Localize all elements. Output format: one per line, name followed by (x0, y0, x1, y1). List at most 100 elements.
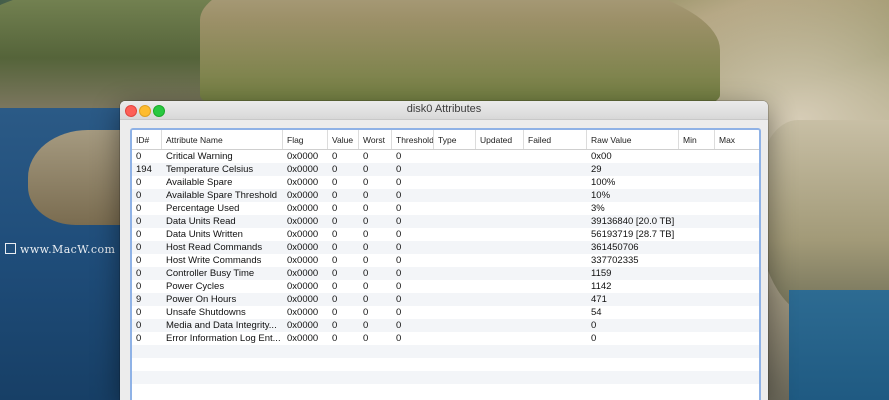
cell-flag: 0x0000 (287, 242, 319, 253)
cell-updated (476, 202, 524, 215)
cell-type (434, 332, 476, 345)
cell-id: 0 (136, 333, 142, 344)
table-row[interactable]: 0 Available Spare Threshold 0x0000 0 0 0 10% (132, 189, 759, 202)
cell-max (715, 293, 759, 306)
cell-raw-value: 361450706 (591, 242, 639, 253)
cell-flag: 0x0000 (287, 177, 319, 188)
cell-updated (476, 215, 524, 228)
cell-type (434, 189, 476, 202)
table-row[interactable]: 0 Media and Data Integrity... 0x0000 0 0 0 0 (132, 319, 759, 332)
table-row[interactable]: 0 Critical Warning 0x0000 0 0 0 0x00 (132, 150, 759, 163)
table-row[interactable]: 0 Host Read Commands 0x0000 0 0 0 361450706 (132, 241, 759, 254)
cell-max (715, 254, 759, 267)
cell-updated (476, 163, 524, 176)
cell-attribute-name: Temperature Celsius (166, 164, 254, 175)
cell-min (679, 306, 715, 319)
cell-id: 0 (136, 255, 142, 266)
cell-min (679, 254, 715, 267)
table-row[interactable]: 0 Percentage Used 0x0000 0 0 0 3% (132, 202, 759, 215)
cell-raw-value: 0x00 (591, 151, 612, 162)
column-header-raw-value[interactable]: Raw Value (587, 130, 679, 149)
cell-worst: 0 (363, 229, 369, 240)
cell-threshold: 0 (396, 151, 402, 162)
cell-max (715, 306, 759, 319)
cell-updated (476, 176, 524, 189)
table-row[interactable]: 0 Available Spare 0x0000 0 0 0 100% (132, 176, 759, 189)
cell-raw-value: 56193719 [28.7 TB] (591, 229, 675, 240)
table-row[interactable]: 9 Power On Hours 0x0000 0 0 0 471 (132, 293, 759, 306)
column-header-max[interactable]: Max (715, 130, 759, 149)
table-row[interactable]: 0 Data Units Read 0x0000 0 0 0 39136840 [20.0 … (132, 215, 759, 228)
wallpaper-hill-center (200, 0, 720, 110)
cell-value: 0 (332, 320, 338, 331)
cell-attribute-name: Available Spare (166, 177, 233, 188)
wallpaper-sea-right (789, 290, 889, 400)
cell-worst: 0 (363, 177, 369, 188)
column-header-attribute-name[interactable]: Attribute Name (162, 130, 283, 149)
cell-raw-value: 29 (591, 164, 602, 175)
column-header-type[interactable]: Type (434, 130, 476, 149)
column-header-min[interactable]: Min (679, 130, 715, 149)
column-header-flag[interactable]: Flag (283, 130, 328, 149)
cell-worst: 0 (363, 307, 369, 318)
cell-failed (524, 189, 587, 202)
cell-min (679, 176, 715, 189)
cell-min (679, 332, 715, 345)
cell-max (715, 176, 759, 189)
table-row[interactable]: 0 Error Information Log Ent... 0x0000 0 0 0 0 (132, 332, 759, 345)
cell-attribute-name: Host Read Commands (166, 242, 263, 253)
cell-min (679, 267, 715, 280)
cell-flag: 0x0000 (287, 164, 319, 175)
watermark-text: www.MacW.com (20, 243, 116, 256)
cell-failed (524, 267, 587, 280)
window-titlebar[interactable]: disk0 Attributes (120, 101, 768, 120)
cell-raw-value: 3% (591, 203, 605, 214)
cell-threshold: 0 (396, 307, 402, 318)
cell-flag: 0x0000 (287, 190, 319, 201)
attributes-table[interactable]: ID# Attribute Name Flag Value Worst Thre… (130, 128, 761, 400)
cell-raw-value: 471 (591, 294, 607, 305)
cell-failed (524, 332, 587, 345)
cell-updated (476, 306, 524, 319)
cell-flag: 0x0000 (287, 294, 319, 305)
table-header: ID# Attribute Name Flag Value Worst Thre… (132, 130, 759, 150)
cell-raw-value: 54 (591, 307, 602, 318)
cell-raw-value: 0 (591, 320, 597, 331)
column-header-id[interactable]: ID# (132, 130, 162, 149)
cell-updated (476, 254, 524, 267)
cell-updated (476, 319, 524, 332)
cell-updated (476, 267, 524, 280)
table-row[interactable]: 0 Data Units Written 0x0000 0 0 0 56193719 [28… (132, 228, 759, 241)
cell-failed (524, 319, 587, 332)
cell-value: 0 (332, 268, 338, 279)
table-row[interactable]: 0 Power Cycles 0x0000 0 0 0 1142 (132, 280, 759, 293)
cell-threshold: 0 (396, 268, 402, 279)
table-row[interactable]: 0 Unsafe Shutdowns 0x0000 0 0 0 54 (132, 306, 759, 319)
cell-threshold: 0 (396, 216, 402, 227)
table-row[interactable]: 0 Host Write Commands 0x0000 0 0 0 337702335 (132, 254, 759, 267)
column-header-worst[interactable]: Worst (359, 130, 392, 149)
table-row[interactable]: 0 Controller Busy Time 0x0000 0 0 0 1159 (132, 267, 759, 280)
cell-threshold: 0 (396, 242, 402, 253)
column-header-threshold[interactable]: Threshold (392, 130, 434, 149)
table-row[interactable]: 194 Temperature Celsius 0x0000 0 0 0 29 (132, 163, 759, 176)
cell-id: 0 (136, 151, 142, 162)
cell-max (715, 163, 759, 176)
cell-type (434, 293, 476, 306)
cell-flag: 0x0000 (287, 333, 319, 344)
column-header-failed[interactable]: Failed (524, 130, 587, 149)
cell-max (715, 202, 759, 215)
cell-flag: 0x0000 (287, 216, 319, 227)
cell-failed (524, 254, 587, 267)
empty-table-row (132, 371, 759, 384)
cell-worst: 0 (363, 216, 369, 227)
cell-id: 0 (136, 190, 142, 201)
cell-value: 0 (332, 216, 338, 227)
watermark-icon (5, 243, 16, 254)
attributes-window: disk0 Attributes ID# Attribute Name Flag… (120, 101, 768, 400)
column-header-updated[interactable]: Updated (476, 130, 524, 149)
cell-failed (524, 293, 587, 306)
cell-worst: 0 (363, 151, 369, 162)
column-header-value[interactable]: Value (328, 130, 359, 149)
cell-max (715, 189, 759, 202)
